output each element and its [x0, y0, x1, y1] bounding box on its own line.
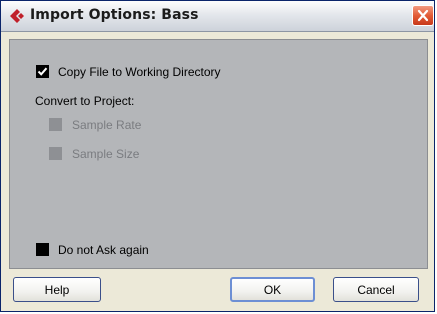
title-bar[interactable]: Import Options: Bass [1, 1, 434, 32]
dialog-title: Import Options: Bass [30, 7, 199, 23]
checkmark-icon [37, 67, 48, 76]
close-icon [417, 9, 429, 22]
ok-button[interactable]: OK [230, 277, 315, 302]
sample-size-checkbox [49, 147, 62, 160]
cancel-button[interactable]: Cancel [333, 277, 419, 302]
cubase-logo-icon [8, 8, 26, 24]
sample-rate-checkbox [49, 118, 62, 131]
options-panel: Copy File to Working Directory Convert t… [9, 39, 428, 269]
do-not-ask-label[interactable]: Do not Ask again [58, 243, 149, 257]
sample-rate-label: Sample Rate [72, 118, 142, 132]
sample-size-label: Sample Size [72, 147, 140, 161]
copy-file-checkbox[interactable] [36, 65, 49, 78]
do-not-ask-checkbox[interactable] [36, 243, 49, 256]
import-options-dialog: Import Options: Bass Copy File to Workin… [0, 0, 435, 312]
close-button[interactable] [412, 5, 434, 26]
button-bar: Help OK Cancel [9, 277, 428, 307]
help-button[interactable]: Help [13, 277, 101, 302]
copy-file-label[interactable]: Copy File to Working Directory [58, 65, 221, 79]
convert-to-project-heading: Convert to Project: [35, 94, 135, 108]
